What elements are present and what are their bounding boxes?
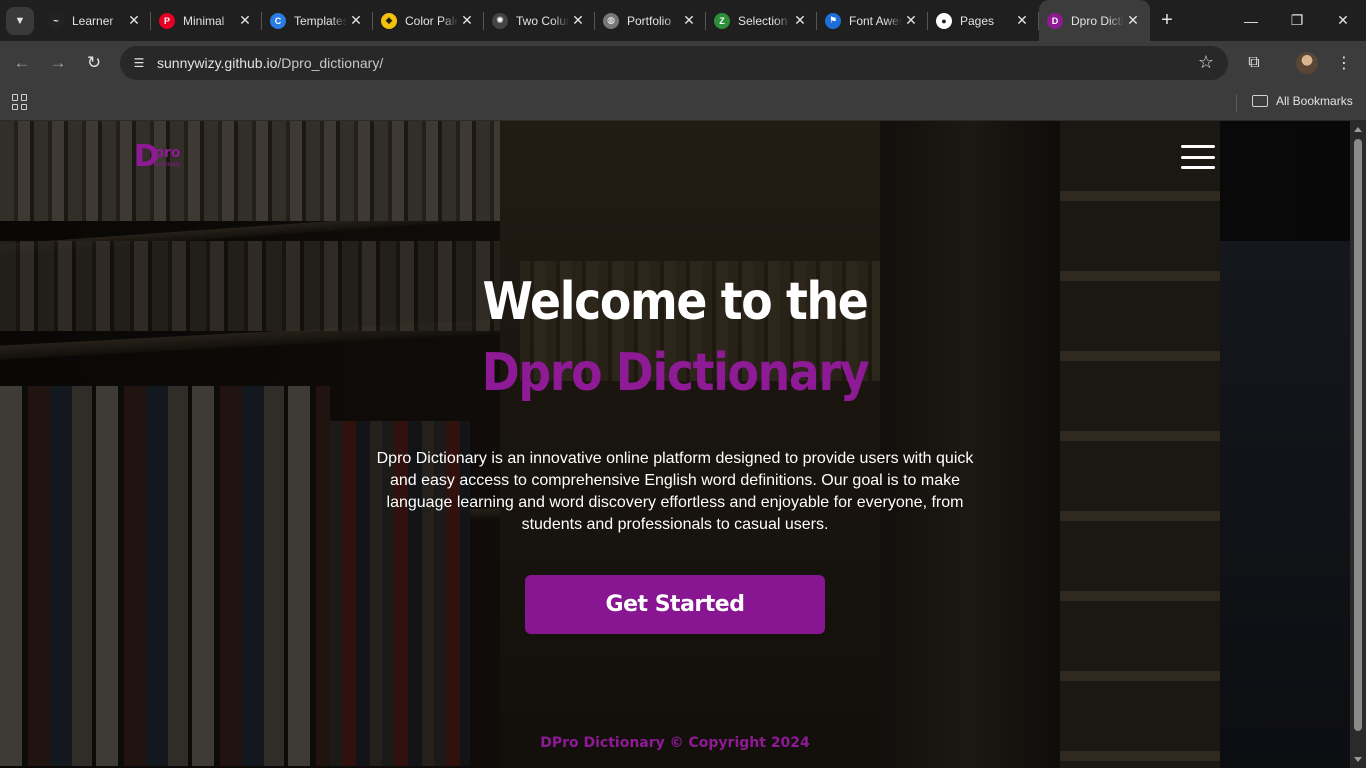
page-viewport: D pro Dictionary Welcome to the Dpro Dic… [0, 121, 1350, 768]
close-tab-icon[interactable]: ✕ [125, 12, 143, 29]
hero-heading: Welcome to the Dpro Dictionary [0, 269, 1350, 411]
address-bar[interactable]: ☰ sunnywizy.github.io/Dpro_dictionary/ ☆ [120, 46, 1228, 80]
pinterest-icon: P [159, 12, 175, 29]
chevron-down-icon: ▼ [14, 15, 26, 27]
hamburger-line [1181, 166, 1215, 169]
minimize-icon: — [1244, 12, 1258, 29]
color-palette-icon: ◆ [381, 12, 397, 29]
github-icon: ● [936, 12, 952, 29]
scroll-down-icon[interactable] [1354, 757, 1362, 762]
forward-button[interactable]: → [45, 50, 71, 76]
site-logo[interactable]: D pro Dictionary [134, 141, 196, 175]
browser-toolbar: ← → ↻ ☰ sunnywizy.github.io/Dpro_diction… [0, 41, 1366, 85]
tab-list: ~ Learner ✕ P Minimal ✕ C Templates ✕ ◆ Color Pale… [40, 0, 1184, 41]
hero-title-line2: Dpro Dictionary [481, 343, 870, 403]
browser-tab[interactable]: ✺ Two Column✕ [484, 0, 595, 41]
restore-button[interactable]: ❐ [1274, 0, 1320, 41]
url-text[interactable]: sunnywizy.github.io/Dpro_dictionary/ [157, 55, 383, 71]
tab-title: Learner [72, 13, 114, 28]
footer-copyright: DPro Dictionary © Copyright 2024 [540, 735, 810, 751]
back-button[interactable]: ← [9, 50, 35, 76]
tab-title: Templates [294, 13, 347, 28]
tab-title: Two Column [516, 13, 569, 28]
scroll-up-icon[interactable] [1354, 127, 1362, 132]
puzzle-icon: ⧉ [1248, 54, 1260, 71]
new-tab-button[interactable]: + [1150, 0, 1184, 41]
minimize-button[interactable]: — [1228, 0, 1274, 41]
close-tab-icon[interactable]: ✕ [458, 12, 476, 29]
bookmarks-bar: All Bookmarks [0, 85, 1366, 121]
get-started-button[interactable]: Get Started [525, 575, 825, 634]
close-tab-icon[interactable]: ✕ [1013, 12, 1031, 29]
get-started-label: Get Started [605, 592, 745, 617]
zoho-icon: Z [714, 12, 730, 29]
url-path: /Dpro_dictionary/ [277, 55, 384, 71]
tab-title: Minimal [183, 13, 225, 28]
all-bookmarks-button[interactable]: All Bookmarks [1252, 94, 1353, 108]
hamburger-menu-button[interactable] [1181, 143, 1215, 171]
browser-tab[interactable]: D Dpro Dictionary✕ [1039, 0, 1150, 41]
apps-grid-icon[interactable] [12, 94, 28, 110]
reload-button[interactable]: ↻ [81, 50, 107, 76]
hero-title-line1: Welcome to the [482, 272, 868, 332]
tab-title: Dpro Dictionary [1071, 13, 1124, 28]
close-icon: ✕ [1337, 12, 1349, 28]
bookmarks-divider [1236, 94, 1237, 112]
restore-icon: ❐ [1290, 12, 1304, 28]
learner-icon: ~ [48, 12, 64, 29]
all-bookmarks-label: All Bookmarks [1276, 94, 1353, 108]
browser-tab[interactable]: ⚑ Font Awesome✕ [817, 0, 928, 41]
dpro-favicon-icon: D [1047, 12, 1063, 29]
logo-subtitle: Dictionary [154, 162, 181, 168]
browser-tab[interactable]: P Minimal ✕ [151, 0, 262, 41]
browser-tab[interactable]: ◍ Portfolio ✕ [595, 0, 706, 41]
tab-search-button[interactable]: ▼ [6, 7, 34, 35]
close-tab-icon[interactable]: ✕ [236, 12, 254, 29]
hamburger-line [1181, 155, 1215, 159]
hamburger-line [1181, 145, 1215, 148]
reload-icon: ↻ [86, 53, 102, 72]
site-info-button[interactable]: ☰ [128, 52, 150, 74]
tab-title: Portfolio [627, 13, 672, 28]
url-host: sunnywizy.github.io [157, 55, 278, 71]
globe-icon: ◍ [603, 12, 619, 29]
close-tab-icon[interactable]: ✕ [347, 12, 365, 29]
close-tab-icon[interactable]: ✕ [902, 12, 920, 29]
close-tab-icon[interactable]: ✕ [791, 12, 809, 29]
more-vert-icon: ⋮ [1336, 55, 1352, 72]
extensions-button[interactable]: ⧉ [1241, 50, 1267, 76]
browser-tab[interactable]: ● Pages ✕ [928, 0, 1039, 41]
close-window-button[interactable]: ✕ [1320, 0, 1366, 41]
openai-icon: ✺ [492, 12, 508, 29]
browser-menu-button[interactable]: ⋮ [1331, 50, 1357, 76]
close-tab-icon[interactable]: ✕ [1124, 12, 1142, 29]
arrow-left-icon: ← [13, 53, 31, 72]
canva-icon: C [270, 12, 286, 29]
tab-strip: ▼ ~ Learner ✕ P Minimal ✕ C Templates ✕ ◆ Color Pa… [0, 0, 1366, 41]
browser-tab[interactable]: C Templates ✕ [262, 0, 373, 41]
browser-tab[interactable]: Z Selection ✕ [706, 0, 817, 41]
browser-tab[interactable]: ◆ Color Palette✕ [373, 0, 484, 41]
close-tab-icon[interactable]: ✕ [569, 12, 587, 29]
tab-title: Pages [960, 13, 995, 28]
star-icon: ☆ [1197, 52, 1214, 72]
font-awesome-flag-icon: ⚑ [825, 12, 841, 29]
tab-title: Selection [738, 13, 788, 28]
logo-pro-text: pro [154, 145, 181, 161]
dark-overlay [0, 121, 1350, 768]
bookmark-star-button[interactable]: ☆ [1198, 52, 1214, 73]
folder-icon [1252, 95, 1268, 107]
browser-tab[interactable]: ~ Learner ✕ [40, 0, 151, 41]
close-tab-icon[interactable]: ✕ [680, 12, 698, 29]
arrow-right-icon: → [49, 53, 67, 72]
page-scrollbar[interactable] [1350, 121, 1366, 768]
tab-title: Color Palette [405, 13, 458, 28]
tab-title: Font Awesome [849, 13, 902, 28]
window-controls: — ❐ ✕ [1228, 0, 1366, 41]
scrollbar-thumb[interactable] [1354, 139, 1362, 731]
intro-paragraph: Dpro Dictionary is an innovative online … [376, 450, 974, 533]
tune-icon: ☰ [133, 56, 145, 70]
profile-avatar[interactable] [1296, 52, 1318, 74]
